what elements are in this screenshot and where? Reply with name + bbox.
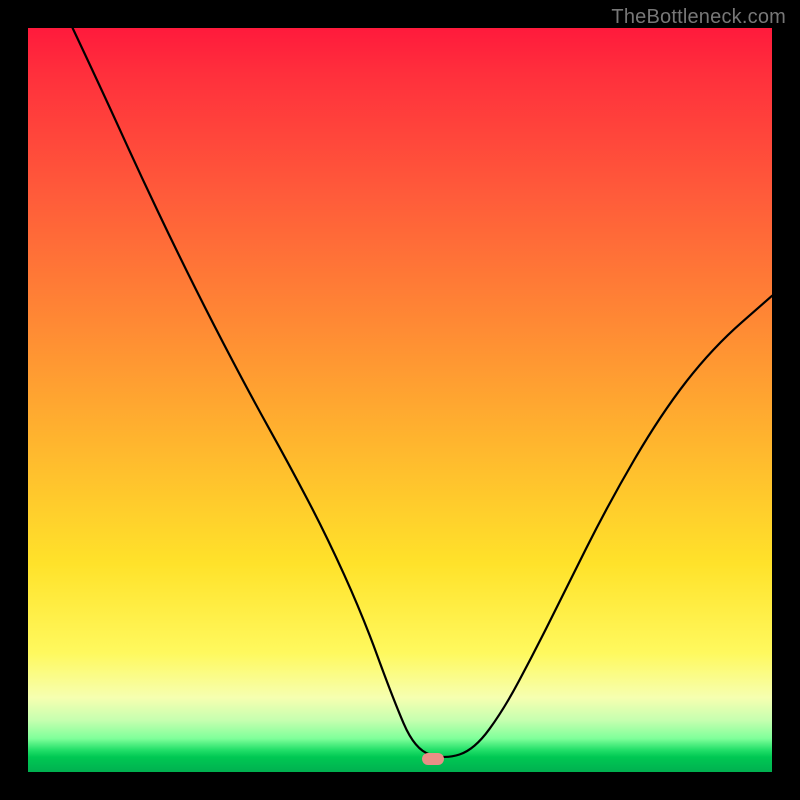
bottleneck-curve xyxy=(73,28,772,757)
watermark-text: TheBottleneck.com xyxy=(611,6,786,29)
plot-area xyxy=(28,28,772,772)
chart-stage: TheBottleneck.com xyxy=(0,0,800,800)
curve-svg xyxy=(28,28,772,772)
optimal-marker xyxy=(422,753,444,765)
